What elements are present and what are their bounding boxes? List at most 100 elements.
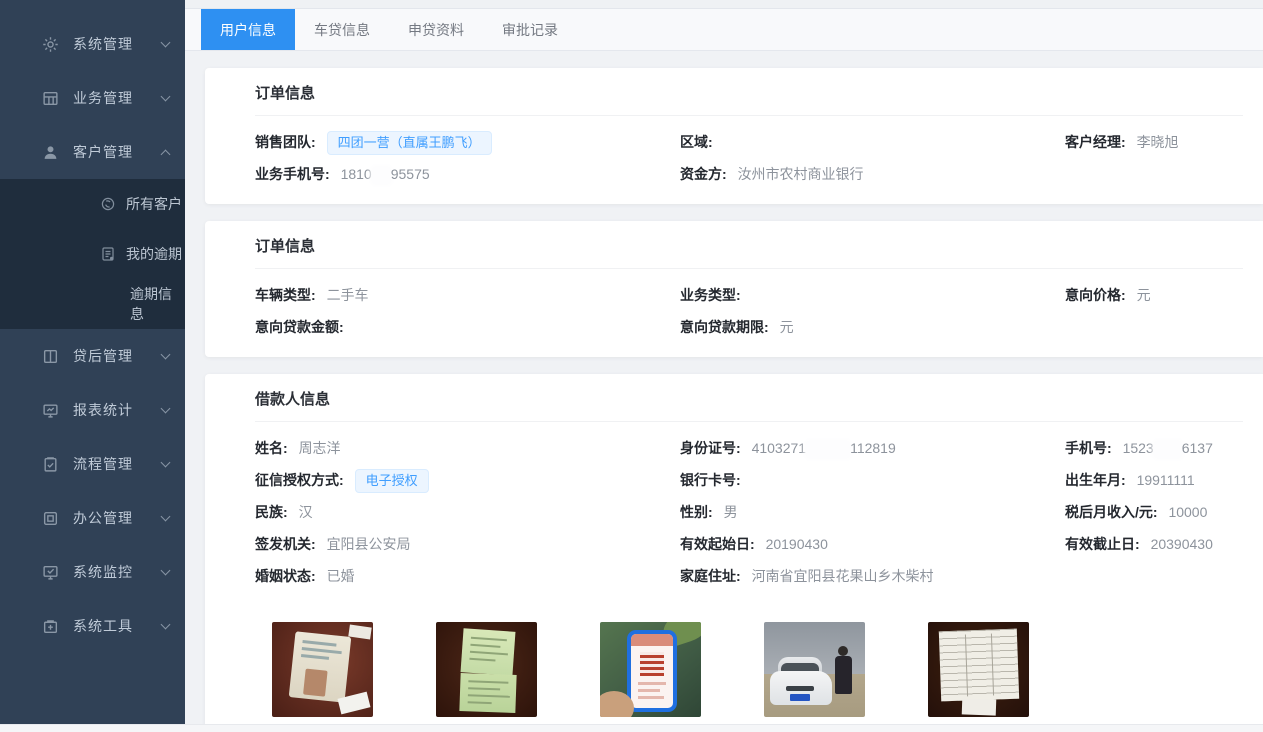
sidebar-item-label: 系统管理: [73, 34, 162, 54]
sidebar-item-label: 系统监控: [73, 562, 162, 582]
chevron-down-icon: [161, 620, 171, 630]
order-info-card-1: 订单信息 销售团队: 四团一营（直属王鹏飞） 区域: 客户经理: 李晓旭 业务手…: [205, 68, 1263, 204]
sidebar-item-label: 我的逾期: [126, 244, 182, 264]
tab-user-info[interactable]: 用户信息: [201, 9, 295, 50]
field-valid-start: 有效起始日: 20190430: [680, 528, 1065, 560]
field-vehicle-type: 车辆类型: 二手车: [255, 279, 680, 311]
field-marital-status: 婚姻状态: 已婚: [255, 560, 680, 592]
chevron-down-icon: [161, 404, 171, 414]
horizontal-scrollbar[interactable]: [0, 724, 1263, 732]
photo-household-booklet[interactable]: 身份证页: [436, 622, 537, 732]
chevron-up-icon: [161, 149, 171, 159]
photo-auth-screen[interactable]: 授权证明: [600, 622, 701, 732]
user-icon: [42, 144, 59, 161]
car-photo-thumbnail[interactable]: [764, 622, 865, 717]
field-customer-manager: 客户经理: 李晓旭: [1065, 126, 1253, 158]
sidebar-item-label: 逾期信息: [130, 284, 185, 324]
photo-person-with-car[interactable]: 人车合影: [764, 622, 865, 732]
borrower-fields: 姓名: 周志洋 身份证号: 4103271112819 手机号: 1523613…: [205, 422, 1263, 606]
field-ethnicity: 民族: 汉: [255, 496, 680, 528]
sidebar-item-my-overdue[interactable]: 我的逾期: [0, 229, 185, 279]
field-funder: 资金方: 汝州市农村商业银行: [680, 158, 1065, 190]
field-bank-card: 银行卡号:: [680, 464, 1065, 496]
tab-car-loan-info[interactable]: 车贷信息: [295, 9, 389, 50]
sidebar-item-report-statistics[interactable]: 报表统计: [0, 383, 185, 437]
order-info-card-2: 订单信息 车辆类型: 二手车 业务类型: 意向价格: 元 意向贷款金额: 意向贷…: [205, 221, 1263, 357]
chevron-down-icon: [161, 512, 171, 522]
sidebar-item-business-management[interactable]: 业务管理: [0, 71, 185, 125]
field-empty: [1065, 158, 1253, 190]
detail-tabs: 用户信息 车贷信息 申贷资料 审批记录: [185, 9, 1263, 51]
field-sales-team: 销售团队: 四团一营（直属王鹏飞）: [255, 126, 680, 158]
redaction-mask: [807, 442, 849, 457]
tab-approval-records[interactable]: 审批记录: [483, 9, 577, 50]
sidebar-item-workflow-management[interactable]: 流程管理: [0, 437, 185, 491]
sidebar-item-system-tools[interactable]: 系统工具: [0, 599, 185, 653]
field-issuing-authority: 签发机关: 宜阳县公安局: [255, 528, 680, 560]
sidebar-item-customer-management[interactable]: 客户管理: [0, 125, 185, 179]
redaction-mask: [1155, 442, 1181, 457]
sidebar-item-label: 所有客户: [126, 194, 182, 214]
square-icon: [42, 510, 59, 527]
chevron-down-icon: [161, 458, 171, 468]
field-intent-loan-term: 意向贷款期限: 元: [680, 311, 1065, 343]
monitor-check-icon: [42, 564, 59, 581]
field-business-phone: 业务手机号: 181095575: [255, 158, 680, 190]
tab-loan-application-docs[interactable]: 申贷资料: [389, 9, 483, 50]
sidebar-item-system-management[interactable]: 系统管理: [0, 17, 185, 71]
redaction-mask: [373, 168, 390, 183]
field-gender: 性别: 男: [680, 496, 1065, 528]
paper-photo-thumbnail[interactable]: [928, 622, 1029, 717]
main-content: 用户信息 车贷信息 申贷资料 审批记录 订单信息 销售团队: 四团一营（直属王鹏…: [185, 0, 1263, 732]
sidebar: 系统管理 业务管理 客户管理 所有客户: [0, 0, 185, 732]
monitor-icon: [42, 402, 59, 419]
sidebar-item-label: 流程管理: [73, 454, 162, 474]
sidebar-item-label: 客户管理: [73, 142, 162, 162]
order-info-fields: 车辆类型: 二手车 业务类型: 意向价格: 元 意向贷款金额: 意向贷款期限: …: [205, 269, 1263, 357]
card-title: 订单信息: [255, 68, 1243, 116]
field-intent-price: 意向价格: 元: [1065, 279, 1253, 311]
sidebar-item-system-monitor[interactable]: 系统监控: [0, 545, 185, 599]
field-intent-loan-amount: 意向贷款金额:: [255, 311, 680, 343]
borrower-info-card: 借款人信息 姓名: 周志洋 身份证号: 4103271112819 手机号: 1…: [205, 374, 1263, 732]
chevron-down-icon: [161, 92, 171, 102]
photo-id-card[interactable]: 个人照: [272, 622, 373, 732]
field-empty: [1065, 560, 1253, 592]
credit-auth-tag[interactable]: 电子授权: [355, 469, 429, 493]
field-region: 区域:: [680, 126, 1065, 158]
customer-submenu: 所有客户 我的逾期 逾期信息: [0, 179, 185, 329]
chevron-down-icon: [161, 350, 171, 360]
sidebar-item-all-customers[interactable]: 所有客户: [0, 179, 185, 229]
booklet-photo-thumbnail[interactable]: [436, 622, 537, 717]
photo-handwritten-form[interactable]: 其他材料: [928, 622, 1029, 732]
badge-icon: [100, 196, 116, 212]
sidebar-item-label: 报表统计: [73, 400, 162, 420]
phone-qr-photo-thumbnail[interactable]: [600, 622, 701, 717]
field-id-number: 身份证号: 4103271112819: [680, 432, 1065, 464]
sidebar-item-label: 系统工具: [73, 616, 162, 636]
sales-team-tag[interactable]: 四团一营（直属王鹏飞）: [327, 131, 492, 155]
top-strip: [185, 0, 1263, 9]
sidebar-item-office-management[interactable]: 办公管理: [0, 491, 185, 545]
sidebar-item-overdue-info[interactable]: 逾期信息: [0, 279, 185, 329]
sidebar-item-label: 业务管理: [73, 88, 162, 108]
field-mobile: 手机号: 15236137: [1065, 432, 1253, 464]
document-photos: 个人照 身份证页 授权证明: [205, 606, 1263, 732]
id-card-photo-thumbnail[interactable]: [272, 622, 373, 717]
card-title: 订单信息: [255, 221, 1243, 269]
field-business-type: 业务类型:: [680, 279, 1065, 311]
field-credit-auth: 征信授权方式: 电子授权: [255, 464, 680, 496]
field-income: 税后月收入/元: 10000: [1065, 496, 1253, 528]
book-icon: [42, 348, 59, 365]
sidebar-item-label: 办公管理: [73, 508, 162, 528]
order-info-fields: 销售团队: 四团一营（直属王鹏飞） 区域: 客户经理: 李晓旭 业务手机号: 1…: [205, 116, 1263, 204]
chevron-down-icon: [161, 38, 171, 48]
field-birth: 出生年月: 19911111: [1065, 464, 1253, 496]
card-title: 借款人信息: [255, 374, 1243, 422]
clipboard-check-icon: [42, 456, 59, 473]
sidebar-item-post-loan-management[interactable]: 贷后管理: [0, 329, 185, 383]
chevron-down-icon: [161, 566, 171, 576]
field-empty: [1065, 311, 1253, 343]
gear-icon: [42, 36, 59, 53]
field-home-address: 家庭住址: 河南省宜阳县花果山乡木柴村: [680, 560, 1065, 592]
